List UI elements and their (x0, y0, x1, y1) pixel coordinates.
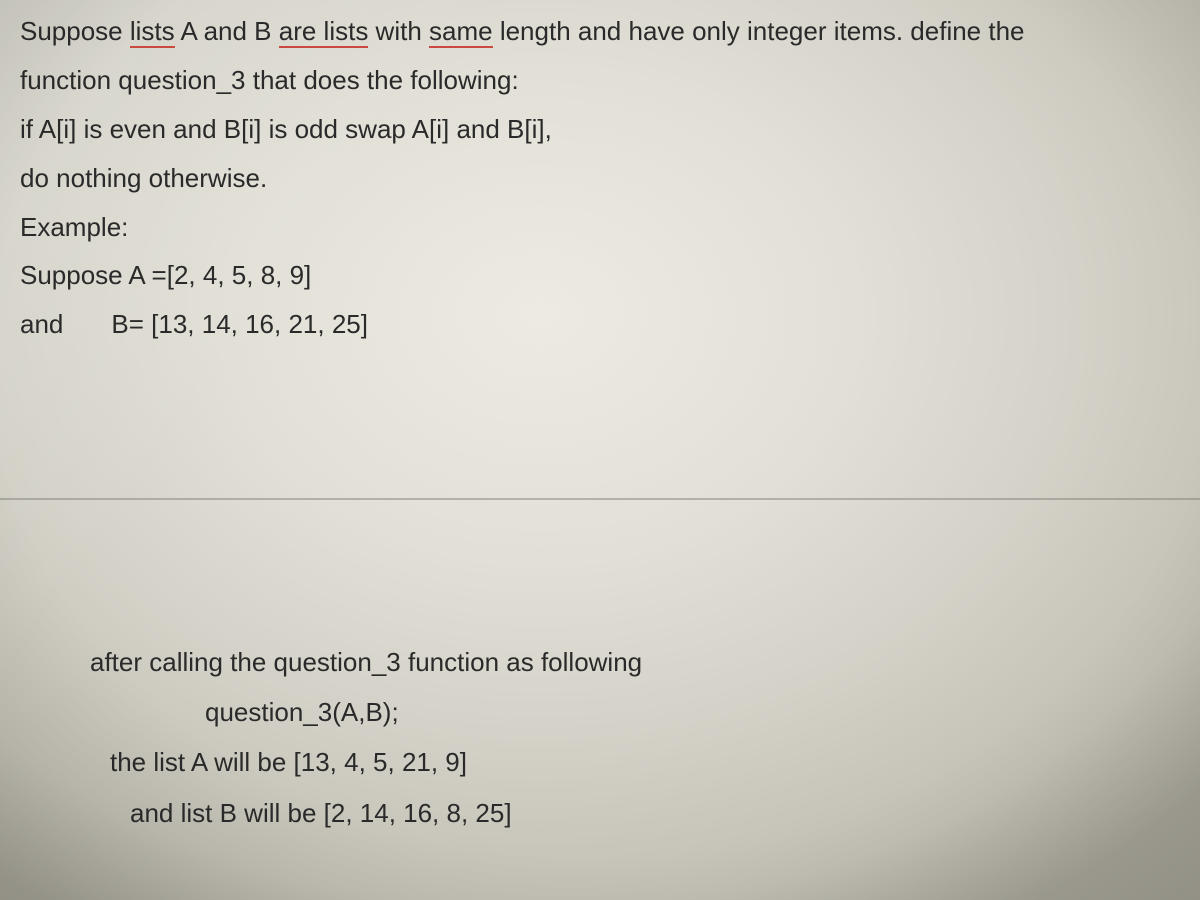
problem-line-2: function question_3 that does the follow… (20, 59, 1130, 102)
text-segment: A and B (175, 16, 279, 46)
example-and-word: and (20, 303, 63, 346)
text-segment: with (368, 16, 429, 46)
after-calling-line: after calling the question_3 function as… (90, 640, 1130, 684)
function-call-line: question_3(A,B); (205, 690, 1130, 734)
problem-line-3: if A[i] is even and B[i] is odd swap A[i… (20, 108, 1130, 151)
result-list-b: and list B will be [2, 14, 16, 8, 25] (130, 791, 1130, 835)
text-segment: Suppose (20, 16, 130, 46)
question-page: Suppose lists A and B are lists with sam… (0, 0, 1200, 900)
result-list-a: the list A will be [13, 4, 5, 21, 9] (110, 740, 1130, 784)
underlined-word-same: same (429, 16, 493, 48)
problem-line-4: do nothing otherwise. (20, 157, 1130, 200)
problem-statement: Suppose lists A and B are lists with sam… (20, 10, 1130, 352)
section-divider (0, 498, 1200, 500)
example-b-value: B= [13, 14, 16, 21, 25] (111, 309, 368, 339)
underlined-word-are-lists: are lists (279, 16, 369, 48)
result-block: after calling the question_3 function as… (90, 640, 1130, 841)
problem-line-1: Suppose lists A and B are lists with sam… (20, 10, 1130, 53)
example-list-b: and B= [13, 14, 16, 21, 25] (20, 303, 1130, 346)
underlined-word-lists: lists (130, 16, 175, 48)
example-list-a: Suppose A =[2, 4, 5, 8, 9] (20, 254, 1130, 297)
text-segment: length and have only integer items. defi… (493, 16, 1025, 46)
example-label: Example: (20, 206, 1130, 249)
